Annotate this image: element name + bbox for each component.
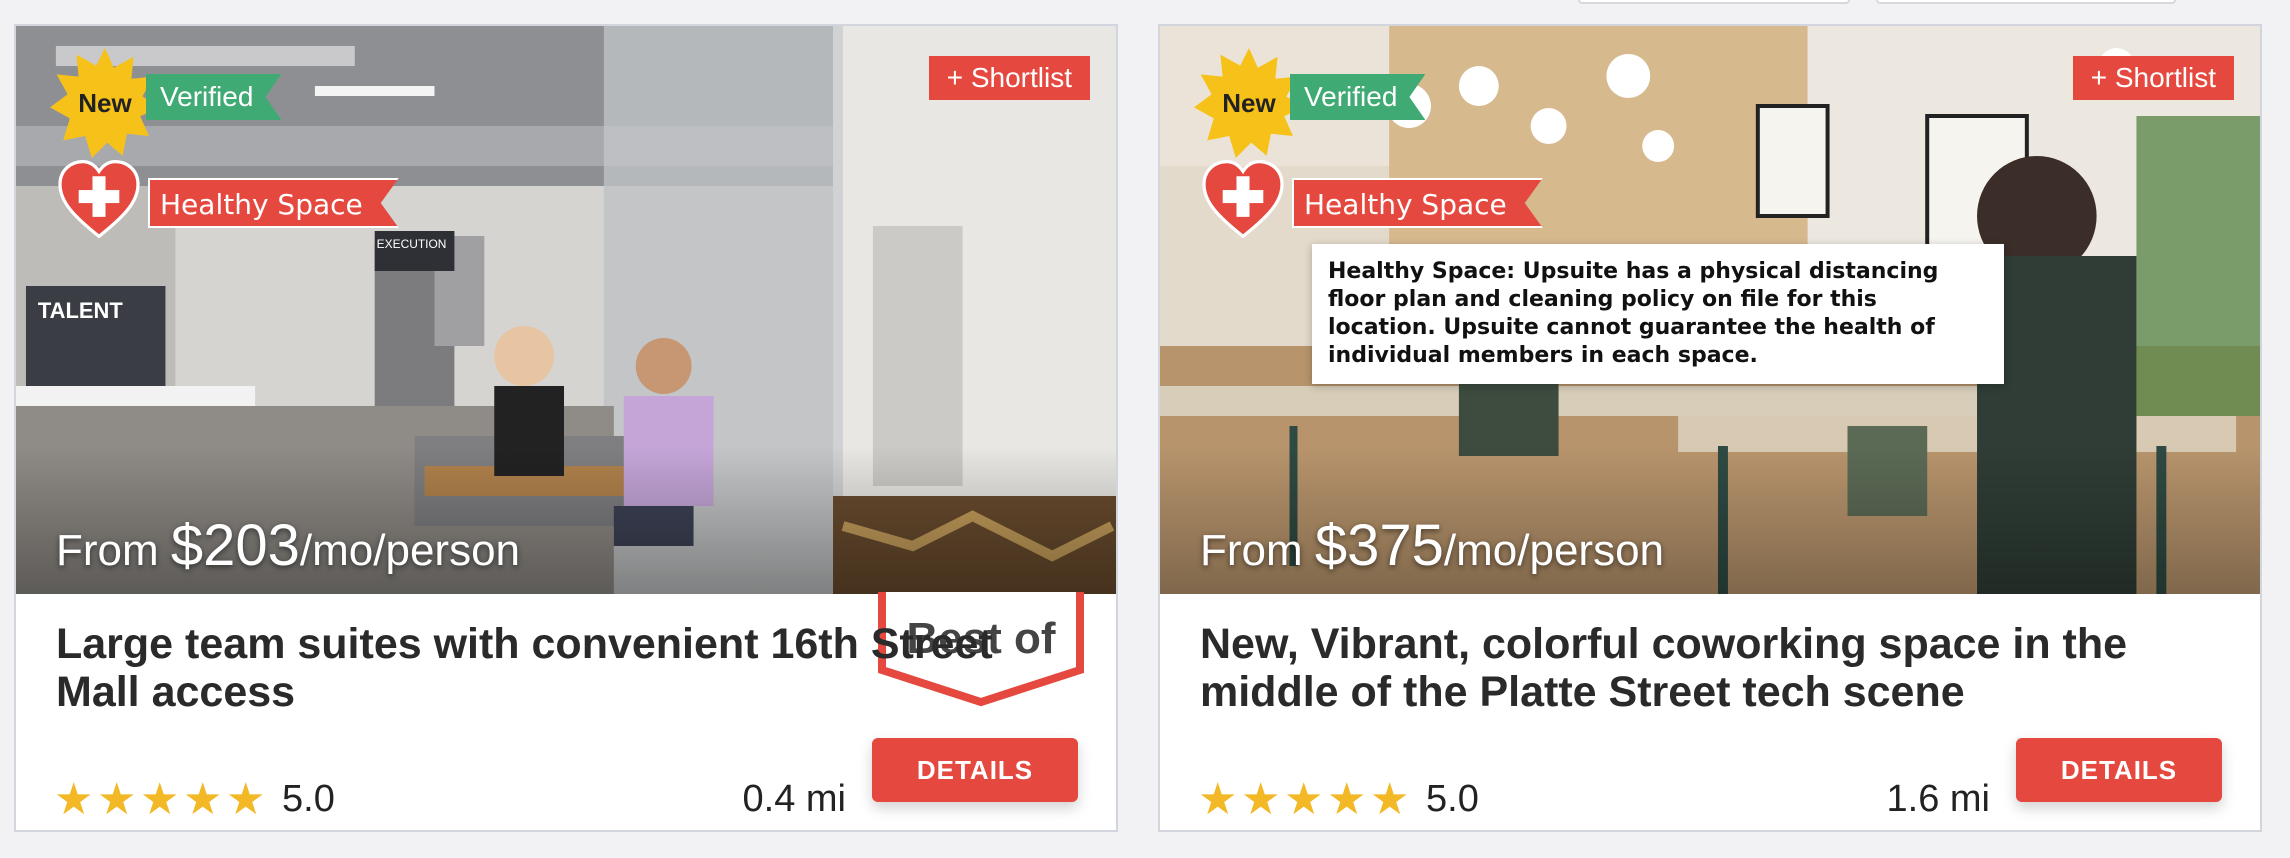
new-badge: New: [50, 48, 160, 158]
rating-value: 5.0: [1426, 778, 1479, 820]
svg-text:EXECUTION: EXECUTION: [377, 237, 447, 251]
listing-photo[interactable]: New Verified Healthy Space Healthy Space…: [1160, 26, 2260, 594]
healthy-space-badge[interactable]: Healthy Space: [1292, 178, 1543, 228]
star-rating: ★★★★★: [1198, 774, 1413, 825]
verified-badge: Verified: [146, 74, 281, 120]
new-badge-label: New: [1222, 88, 1276, 118]
star-icon: ★: [1327, 775, 1367, 824]
price-suffix: /mo/person: [299, 526, 521, 575]
star-icon: ★: [183, 775, 223, 824]
details-button[interactable]: DETAILS: [872, 738, 1078, 802]
listing-title[interactable]: New, Vibrant, colorful coworking space i…: [1200, 620, 2200, 716]
price-amount: $203: [170, 513, 300, 578]
price-prefix: From: [56, 526, 171, 575]
star-icon: ★: [1284, 775, 1324, 824]
listing-card[interactable]: TALENT EXECUTION New Verified Healthy Sp…: [14, 24, 1118, 832]
shortlist-button[interactable]: + Shortlist: [928, 56, 1090, 100]
star-icon: ★: [226, 775, 266, 824]
healthy-space-badge[interactable]: Healthy Space: [148, 178, 399, 228]
rating-value: 5.0: [282, 778, 335, 820]
price-amount: $375: [1314, 513, 1444, 578]
distance: 0.4 mi: [742, 778, 846, 820]
new-badge-label: New: [78, 88, 132, 118]
new-badge: New: [1194, 48, 1304, 158]
star-rating: ★★★★★: [54, 774, 269, 825]
svg-text:TALENT: TALENT: [38, 298, 123, 323]
top-tab-1[interactable]: [1578, 0, 1850, 4]
star-icon: ★: [140, 775, 180, 824]
listing-card[interactable]: New Verified Healthy Space Healthy Space…: [1158, 24, 2262, 832]
price-prefix: From: [1200, 526, 1315, 575]
star-icon: ★: [97, 775, 137, 824]
shortlist-button[interactable]: + Shortlist: [2072, 56, 2234, 100]
heart-plus-icon[interactable]: [1202, 160, 1284, 238]
verified-badge: Verified: [1290, 74, 1425, 120]
price-suffix: /mo/person: [1443, 526, 1665, 575]
star-icon: ★: [1370, 775, 1410, 824]
star-icon: ★: [54, 775, 94, 824]
price: From $203/mo/person: [56, 512, 520, 579]
distance: 1.6 mi: [1886, 778, 1990, 820]
star-icon: ★: [1241, 775, 1281, 824]
listing-title[interactable]: Large team suites with convenient 16th S…: [56, 620, 1056, 716]
listing-photo[interactable]: TALENT EXECUTION New Verified Healthy Sp…: [16, 26, 1116, 594]
top-tab-2[interactable]: [1876, 0, 2176, 4]
healthy-space-tooltip: Healthy Space: Upsuite has a physical di…: [1312, 244, 2004, 384]
heart-plus-icon[interactable]: [58, 160, 140, 238]
price: From $375/mo/person: [1200, 512, 1664, 579]
details-button[interactable]: DETAILS: [2016, 738, 2222, 802]
star-icon: ★: [1198, 775, 1238, 824]
